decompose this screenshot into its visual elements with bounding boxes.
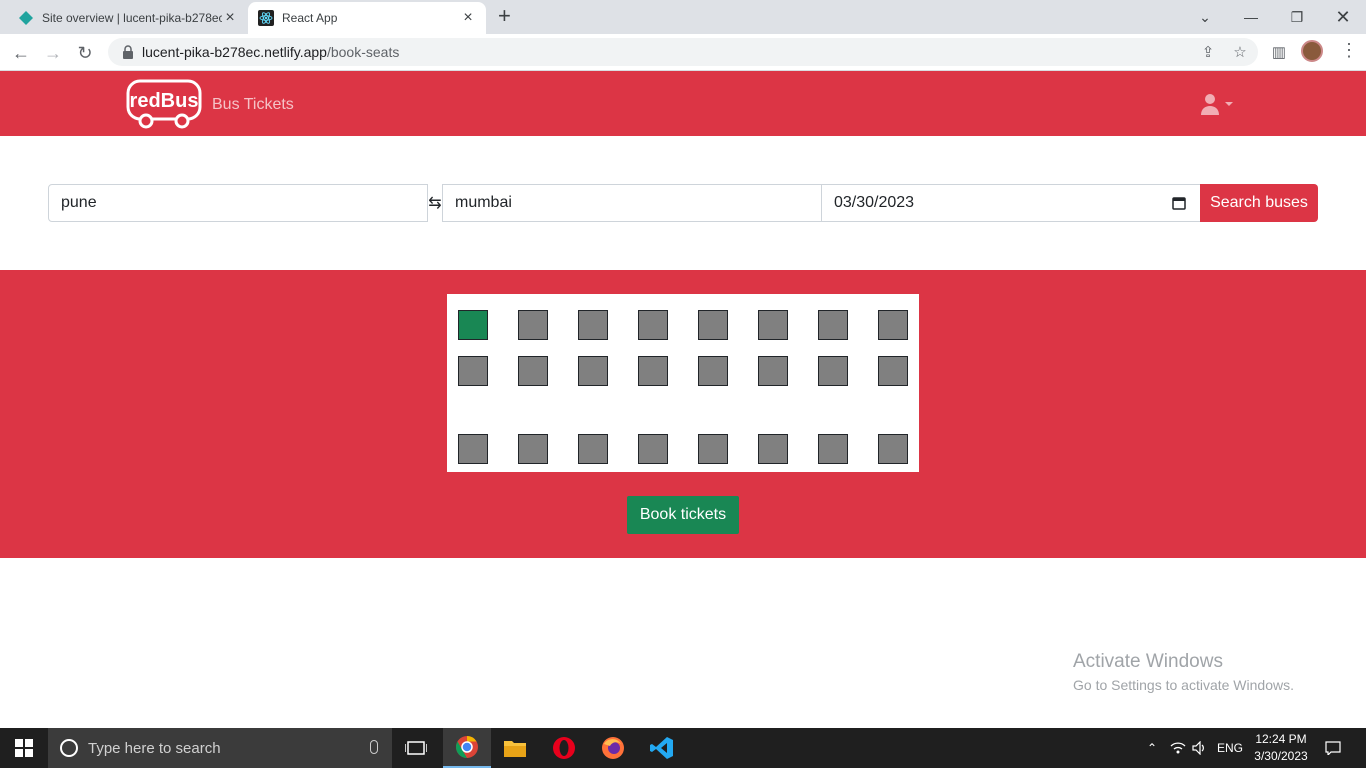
- caret-down-icon: [1225, 102, 1233, 106]
- microphone-icon[interactable]: [370, 740, 378, 754]
- tab-title: React App: [282, 11, 338, 25]
- seat[interactable]: [578, 434, 608, 464]
- activate-windows-watermark: Activate Windows Go to Settings to activ…: [1073, 651, 1294, 693]
- brand-label[interactable]: Bus Tickets: [212, 96, 294, 114]
- travel-date-value: 03/30/2023: [834, 194, 915, 211]
- seat[interactable]: [638, 310, 668, 340]
- seat[interactable]: [698, 434, 728, 464]
- language-indicator[interactable]: ENG: [1214, 728, 1246, 768]
- seat[interactable]: [818, 310, 848, 340]
- browser-tab-bar: Site overview | lucent-pika-b278ec × Rea…: [0, 0, 1366, 34]
- seat[interactable]: [638, 434, 668, 464]
- search-buses-button[interactable]: Search buses: [1200, 184, 1318, 222]
- close-tab-icon[interactable]: ×: [222, 9, 238, 27]
- seat[interactable]: [758, 434, 788, 464]
- tab-site-overview[interactable]: Site overview | lucent-pika-b278ec ×: [8, 2, 248, 34]
- wifi-icon[interactable]: [1168, 728, 1188, 768]
- seat[interactable]: [698, 356, 728, 386]
- taskbar-search-placeholder: Type here to search: [88, 739, 221, 757]
- seat[interactable]: [518, 434, 548, 464]
- seat[interactable]: [518, 310, 548, 340]
- redbus-logo[interactable]: redBus: [126, 79, 202, 129]
- watermark-subtitle: Go to Settings to activate Windows.: [1073, 677, 1294, 693]
- file-explorer-icon[interactable]: [491, 728, 539, 768]
- seat[interactable]: [458, 434, 488, 464]
- opera-icon[interactable]: [540, 728, 588, 768]
- start-button[interactable]: [0, 728, 48, 768]
- lock-icon: [123, 45, 133, 59]
- url-path: /book-seats: [326, 44, 400, 60]
- seat[interactable]: [578, 310, 608, 340]
- close-tab-icon[interactable]: ×: [460, 9, 476, 27]
- firefox-icon[interactable]: [589, 728, 637, 768]
- new-tab-button[interactable]: +: [498, 5, 511, 27]
- swap-icon[interactable]: ⇆: [427, 193, 443, 213]
- seat[interactable]: [818, 356, 848, 386]
- forward-arrow-icon[interactable]: →: [40, 40, 66, 66]
- calendar-icon[interactable]: [1172, 196, 1186, 210]
- taskbar-search-box[interactable]: Type here to search: [48, 728, 392, 768]
- netlify-icon: [19, 11, 33, 25]
- task-view-icon[interactable]: [392, 728, 440, 768]
- to-city-input[interactable]: mumbai: [442, 184, 822, 222]
- from-city-input[interactable]: pune: [48, 184, 428, 222]
- logo-text: redBus: [130, 90, 199, 112]
- chrome-taskbar-icon[interactable]: [443, 728, 491, 768]
- bookmark-star-icon[interactable]: ☆: [1230, 42, 1250, 62]
- share-icon[interactable]: ⇪: [1198, 42, 1218, 62]
- windows-logo-icon: [15, 739, 33, 757]
- react-icon: [258, 10, 274, 26]
- seat[interactable]: [818, 434, 848, 464]
- chevron-up-icon[interactable]: ⌃: [1142, 728, 1162, 768]
- seat[interactable]: [878, 310, 908, 340]
- seat[interactable]: [878, 356, 908, 386]
- seat[interactable]: [758, 310, 788, 340]
- tab-search-icon[interactable]: ⌄: [1182, 0, 1228, 34]
- address-bar[interactable]: lucent-pika-b278ec.netlify.app/book-seat…: [108, 38, 1258, 66]
- side-panel-icon[interactable]: ▥: [1269, 42, 1289, 62]
- profile-avatar[interactable]: [1301, 40, 1323, 62]
- app-navbar: redBus Bus Tickets: [0, 71, 1366, 136]
- seat[interactable]: [758, 356, 788, 386]
- notifications-icon[interactable]: [1320, 728, 1346, 768]
- tab-title: Site overview | lucent-pika-b278ec: [42, 11, 222, 25]
- restore-button[interactable]: ❐: [1274, 0, 1320, 34]
- book-tickets-button[interactable]: Book tickets: [627, 496, 739, 534]
- tab-react-app[interactable]: React App ×: [248, 2, 486, 34]
- clock-date: 3/30/2023: [1254, 749, 1308, 763]
- seat[interactable]: [638, 356, 668, 386]
- user-icon: [1201, 94, 1219, 115]
- close-window-button[interactable]: ✕: [1320, 0, 1366, 34]
- seat-selected[interactable]: [458, 310, 488, 340]
- watermark-title: Activate Windows: [1073, 651, 1223, 672]
- seat[interactable]: [518, 356, 548, 386]
- browser-menu-icon[interactable]: ⋮: [1340, 40, 1358, 61]
- volume-icon[interactable]: [1190, 728, 1210, 768]
- browser-toolbar: ← → ↻ lucent-pika-b278ec.netlify.app/boo…: [0, 34, 1366, 71]
- taskbar-clock[interactable]: 12:24 PM 3/30/2023: [1250, 731, 1312, 765]
- travel-date-input[interactable]: 03/30/2023: [821, 184, 1201, 222]
- seat[interactable]: [458, 356, 488, 386]
- back-arrow-icon[interactable]: ←: [8, 40, 34, 66]
- seat[interactable]: [578, 356, 608, 386]
- clock-time: 12:24 PM: [1255, 732, 1307, 746]
- minimize-button[interactable]: —: [1228, 0, 1274, 34]
- user-menu-toggle[interactable]: [1200, 93, 1234, 115]
- vscode-icon[interactable]: [638, 728, 686, 768]
- search-icon: [60, 739, 78, 757]
- seat[interactable]: [878, 434, 908, 464]
- seat-map: [447, 294, 919, 472]
- url-domain: lucent-pika-b278ec.netlify.app: [142, 44, 327, 60]
- reload-icon[interactable]: ↻: [72, 40, 98, 66]
- seat[interactable]: [698, 310, 728, 340]
- windows-taskbar: Type here to search ⌃ ENG 12:24 PM 3/30/…: [0, 728, 1366, 768]
